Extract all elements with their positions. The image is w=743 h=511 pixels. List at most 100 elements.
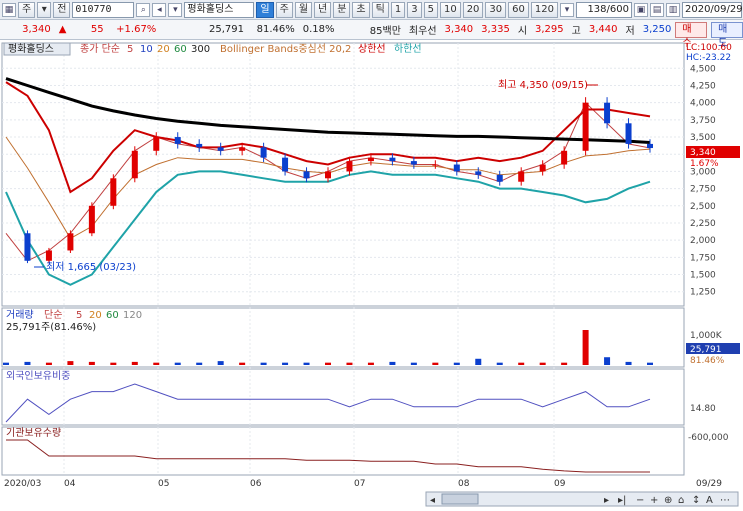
y-tick-label: 3,750	[690, 116, 716, 126]
buy-button[interactable]: 매수	[675, 21, 708, 49]
zoom-in-icon[interactable]: +	[650, 495, 658, 506]
volume-ma120: 120	[123, 310, 142, 321]
interval-60-button[interactable]: 60	[508, 1, 529, 18]
chart-area[interactable]: 4,5004,2504,0003,7503,5003,2503,0002,750…	[0, 40, 743, 511]
volume-bar	[303, 362, 310, 365]
open-price: 3,295	[535, 24, 564, 35]
interval-20-button[interactable]: 20	[462, 1, 484, 18]
stock-name-field[interactable]: 평화홀딩스	[184, 1, 255, 18]
volume-bar	[604, 357, 611, 365]
legend-ma10: 10	[140, 44, 153, 55]
font-size-icon[interactable]: A	[706, 495, 713, 506]
candle-body	[131, 150, 138, 179]
x-label-09: 09	[554, 479, 566, 489]
mode-select[interactable]: 주	[18, 1, 36, 18]
dropdown-icon[interactable]: ▾	[37, 1, 52, 18]
candle-body	[45, 250, 52, 261]
period-month-button[interactable]: 월	[294, 1, 313, 18]
best-ask-1: 3,340	[444, 24, 474, 35]
candle-body	[303, 171, 310, 179]
x-label-05: 05	[158, 479, 169, 489]
volume-ma20: 20	[89, 310, 102, 321]
data-count-field[interactable]: 138/600	[575, 1, 632, 18]
stock-code-input[interactable]: 010770	[72, 1, 135, 18]
foreign-title: 외국인보유비중	[6, 370, 70, 382]
y-tick-label: 1,250	[690, 288, 716, 298]
low-price: 3,250	[642, 24, 672, 35]
tool-icon[interactable]: ⌂	[678, 495, 684, 506]
volume-ma60: 60	[106, 310, 119, 321]
inst-panel	[1, 426, 685, 476]
legend-ma60: 60	[174, 44, 187, 55]
candle-body	[367, 157, 374, 162]
more-icon[interactable]: ⋯	[720, 495, 730, 506]
volume-bar	[131, 361, 138, 365]
x-label-04: 04	[64, 479, 76, 489]
speaker-icon[interactable]: ◂	[152, 2, 167, 17]
stock-chart[interactable]: 4,5004,2504,0003,7503,5003,2503,0002,750…	[0, 40, 743, 511]
save-icon[interactable]: ▤	[649, 2, 664, 17]
scroll-right-icon[interactable]: ▸	[604, 495, 609, 506]
period-week-button[interactable]: 주	[275, 1, 293, 18]
legend-bollinger: Bollinger Bands중심선 20,2	[220, 43, 351, 55]
volume-axis-tick: 1,000K	[690, 331, 723, 341]
interval-10-button[interactable]: 10	[439, 1, 461, 18]
collapse-icon[interactable]: ↕	[692, 495, 700, 506]
period-year-button[interactable]: 년	[314, 1, 332, 18]
volume-bar	[67, 361, 74, 365]
interval-5-button[interactable]: 5	[423, 1, 438, 18]
y-tick-label: 4,000	[690, 99, 716, 109]
chart-scrollbar[interactable]: ◂ ▸ ▸| − + ⊕ ⌂ ↕ A ⋯	[425, 491, 739, 507]
candle-body	[346, 161, 353, 172]
scrollbar-thumb[interactable]	[441, 493, 479, 505]
period-second-button[interactable]: 초	[352, 1, 370, 18]
change-percent: +1.67%	[116, 24, 157, 35]
volume-bar	[174, 362, 181, 365]
scroll-left-icon[interactable]: ◂	[430, 495, 435, 506]
candle-body	[389, 157, 396, 162]
volume-bar	[539, 362, 546, 365]
favorite-icon[interactable]: ▾	[168, 2, 183, 17]
candle-body	[582, 102, 589, 151]
search-icon[interactable]: ⌕	[136, 2, 151, 17]
high-annotation: 최고 4,350 (09/15)	[498, 79, 588, 91]
volume-tag-text: 25,791	[690, 345, 722, 355]
chart-menu-icon[interactable]: ▦	[2, 2, 16, 17]
lc-label: LC:100.60	[686, 43, 732, 53]
interval-120-button[interactable]: 120	[530, 1, 558, 18]
volume-bar	[45, 362, 52, 365]
settings-icon[interactable]: ▾	[559, 2, 574, 17]
interval-30-button[interactable]: 30	[485, 1, 507, 18]
scope-button[interactable]: 전	[53, 1, 71, 18]
candle-body	[325, 171, 331, 179]
legend-ma300: 300	[191, 44, 210, 55]
scroll-end-icon[interactable]: ▸|	[618, 495, 626, 506]
y-tick-label: 4,500	[690, 64, 716, 74]
open-label: 시	[517, 26, 528, 37]
period-tick-button[interactable]: 틱	[371, 1, 389, 18]
candle-body	[217, 147, 224, 151]
volume-bar	[625, 361, 632, 365]
period-minute-button[interactable]: 분	[333, 1, 351, 18]
candle-body	[410, 161, 417, 165]
volume-bar	[325, 362, 331, 365]
candle-body	[453, 164, 460, 172]
zoom-out-icon[interactable]: −	[636, 495, 644, 506]
y-tick-label: 2,500	[690, 202, 716, 212]
quote-bar: 3,340 ▲ 55 +1.67% 25,791 81.46% 0.18% 85…	[0, 20, 743, 49]
y-tick-label: 1,750	[690, 253, 716, 263]
sell-button[interactable]: 매도	[711, 21, 743, 49]
candle-body	[239, 147, 246, 151]
calendar-icon[interactable]: ▥	[665, 2, 680, 17]
interval-3-button[interactable]: 3	[407, 1, 422, 18]
volume-bar	[389, 361, 396, 365]
volume-bar	[346, 362, 353, 365]
interval-1-button[interactable]: 1	[390, 1, 406, 18]
volume-bar	[153, 362, 160, 365]
volume-ma5: 5	[76, 310, 82, 321]
current-price: 3,340	[22, 24, 51, 35]
date-field[interactable]: 2020/09/29	[681, 1, 743, 18]
period-day-button[interactable]: 일	[256, 1, 274, 18]
indicator-icon[interactable]: ⊕	[664, 495, 672, 506]
lock-icon[interactable]: ▣	[633, 2, 648, 17]
